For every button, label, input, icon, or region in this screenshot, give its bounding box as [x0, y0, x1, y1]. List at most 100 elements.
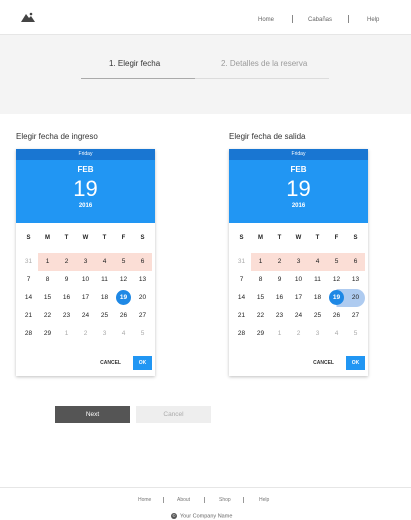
calendar-day[interactable]: 22: [38, 307, 57, 325]
calendar-day[interactable]: 5: [133, 325, 152, 343]
company-name: Your Company Name: [180, 513, 233, 520]
calendar-day[interactable]: 10: [289, 271, 308, 289]
step-1-label[interactable]: 1. Elegir fecha: [109, 59, 160, 68]
next-button[interactable]: Next: [55, 406, 130, 423]
selected-day-label: 19: [119, 294, 128, 301]
calendar-day[interactable]: 17: [76, 289, 95, 307]
calendar-day[interactable]: 15: [251, 289, 270, 307]
calendar-day[interactable]: 23: [57, 307, 76, 325]
calendar-day[interactable]: 8: [38, 271, 57, 289]
picker-year[interactable]: 2016: [16, 202, 155, 211]
calendar-grid: S M T W T F S 31 1 2 3 4 5 6 7 8 9 10 11…: [19, 229, 152, 343]
calendar-day[interactable]: 4: [95, 253, 114, 271]
calendar-day[interactable]: 13: [346, 271, 365, 289]
calendar-day[interactable]: 4: [327, 325, 346, 343]
calendar-day[interactable]: 14: [232, 289, 251, 307]
calendar-day[interactable]: 11: [308, 271, 327, 289]
calendar-day[interactable]: 9: [57, 271, 76, 289]
calendar-day[interactable]: 12: [114, 271, 133, 289]
calendar-day[interactable]: 3: [308, 325, 327, 343]
calendar-day[interactable]: 16: [57, 289, 76, 307]
weekday-label: T: [315, 235, 320, 241]
calendar-day[interactable]: 31: [19, 253, 38, 271]
calendar-day[interactable]: 2: [289, 325, 308, 343]
calendar-day[interactable]: 17: [289, 289, 308, 307]
calendar-day[interactable]: 26: [327, 307, 346, 325]
calendar-day[interactable]: 1: [251, 253, 270, 271]
picker-month[interactable]: FEB: [16, 160, 155, 176]
calendar-day[interactable]: 24: [289, 307, 308, 325]
calendar-day[interactable]: 2: [270, 253, 289, 271]
calendar-day[interactable]: 3: [76, 253, 95, 271]
step-2-label[interactable]: 2. Detalles de la reserva: [221, 59, 307, 68]
picker-cancel-button[interactable]: CANCEL: [313, 360, 334, 366]
calendar-day[interactable]: 12: [327, 271, 346, 289]
nav-cabanas-link[interactable]: Cabañas: [308, 17, 332, 23]
calendar-day[interactable]: 7: [232, 271, 251, 289]
calendar-day[interactable]: 2: [76, 325, 95, 343]
calendar-day-selected[interactable]: 19: [327, 289, 346, 307]
calendar-day[interactable]: 22: [251, 307, 270, 325]
calendar-day[interactable]: 28: [232, 325, 251, 343]
weekday-label: M: [45, 235, 50, 241]
calendar-day[interactable]: 3: [289, 253, 308, 271]
calendar-day[interactable]: 5: [327, 253, 346, 271]
footer-help-link[interactable]: Help: [259, 497, 269, 503]
calendar-day[interactable]: 3: [95, 325, 114, 343]
calendar-day[interactable]: 15: [38, 289, 57, 307]
mountain-logo-icon[interactable]: [21, 12, 35, 22]
calendar-day[interactable]: 18: [95, 289, 114, 307]
nav-help-link[interactable]: Help: [367, 17, 379, 23]
calendar-day[interactable]: 1: [270, 325, 289, 343]
calendar-day[interactable]: 20: [133, 289, 152, 307]
calendar-day[interactable]: 29: [38, 325, 57, 343]
picker-selected-date[interactable]: 19: [16, 176, 155, 202]
picker-ok-button[interactable]: OK: [346, 356, 365, 370]
picker-header: FEB 19 2016: [229, 160, 368, 223]
calendar-day[interactable]: 4: [308, 253, 327, 271]
calendar-day-range-end[interactable]: 20: [346, 289, 365, 307]
nav-home-link[interactable]: Home: [258, 17, 274, 23]
calendar-day[interactable]: 11: [95, 271, 114, 289]
calendar-day[interactable]: 25: [95, 307, 114, 325]
picker-selected-date[interactable]: 19: [229, 176, 368, 202]
calendar-day[interactable]: 31: [232, 253, 251, 271]
calendar-day[interactable]: 6: [133, 253, 152, 271]
calendar-day[interactable]: 28: [19, 325, 38, 343]
calendar-day[interactable]: 1: [38, 253, 57, 271]
calendar-day[interactable]: 14: [19, 289, 38, 307]
calendar-day[interactable]: 13: [133, 271, 152, 289]
checkout-date-picker: Friday FEB 19 2016 S M T W T F S 31 1 2 …: [229, 149, 368, 376]
calendar-day[interactable]: 16: [270, 289, 289, 307]
calendar-day[interactable]: 6: [346, 253, 365, 271]
footer-shop-link[interactable]: Shop: [219, 497, 231, 503]
calendar-day[interactable]: 9: [270, 271, 289, 289]
calendar-day[interactable]: 23: [270, 307, 289, 325]
calendar-day-selected[interactable]: 19: [114, 289, 133, 307]
weekday-label: F: [121, 235, 126, 241]
calendar-day[interactable]: 4: [114, 325, 133, 343]
calendar-day[interactable]: 5: [114, 253, 133, 271]
footer-home-link[interactable]: Home: [138, 497, 151, 503]
calendar-day[interactable]: 25: [308, 307, 327, 325]
calendar-day[interactable]: 29: [251, 325, 270, 343]
calendar-day[interactable]: 26: [114, 307, 133, 325]
footer-about-link[interactable]: About: [177, 497, 190, 503]
picker-cancel-button[interactable]: CANCEL: [100, 360, 121, 366]
calendar-day[interactable]: 10: [76, 271, 95, 289]
calendar-day[interactable]: 1: [57, 325, 76, 343]
calendar-day[interactable]: 5: [346, 325, 365, 343]
calendar-day[interactable]: 27: [346, 307, 365, 325]
picker-month[interactable]: FEB: [229, 160, 368, 176]
calendar-day[interactable]: 18: [308, 289, 327, 307]
calendar-day[interactable]: 7: [19, 271, 38, 289]
picker-year[interactable]: 2016: [229, 202, 368, 211]
calendar-day[interactable]: 27: [133, 307, 152, 325]
calendar-day[interactable]: 21: [19, 307, 38, 325]
calendar-day[interactable]: 24: [76, 307, 95, 325]
calendar-day[interactable]: 8: [251, 271, 270, 289]
calendar-day[interactable]: 21: [232, 307, 251, 325]
calendar-day[interactable]: 2: [57, 253, 76, 271]
picker-ok-button[interactable]: OK: [133, 356, 152, 370]
cancel-button[interactable]: Cancel: [136, 406, 211, 423]
